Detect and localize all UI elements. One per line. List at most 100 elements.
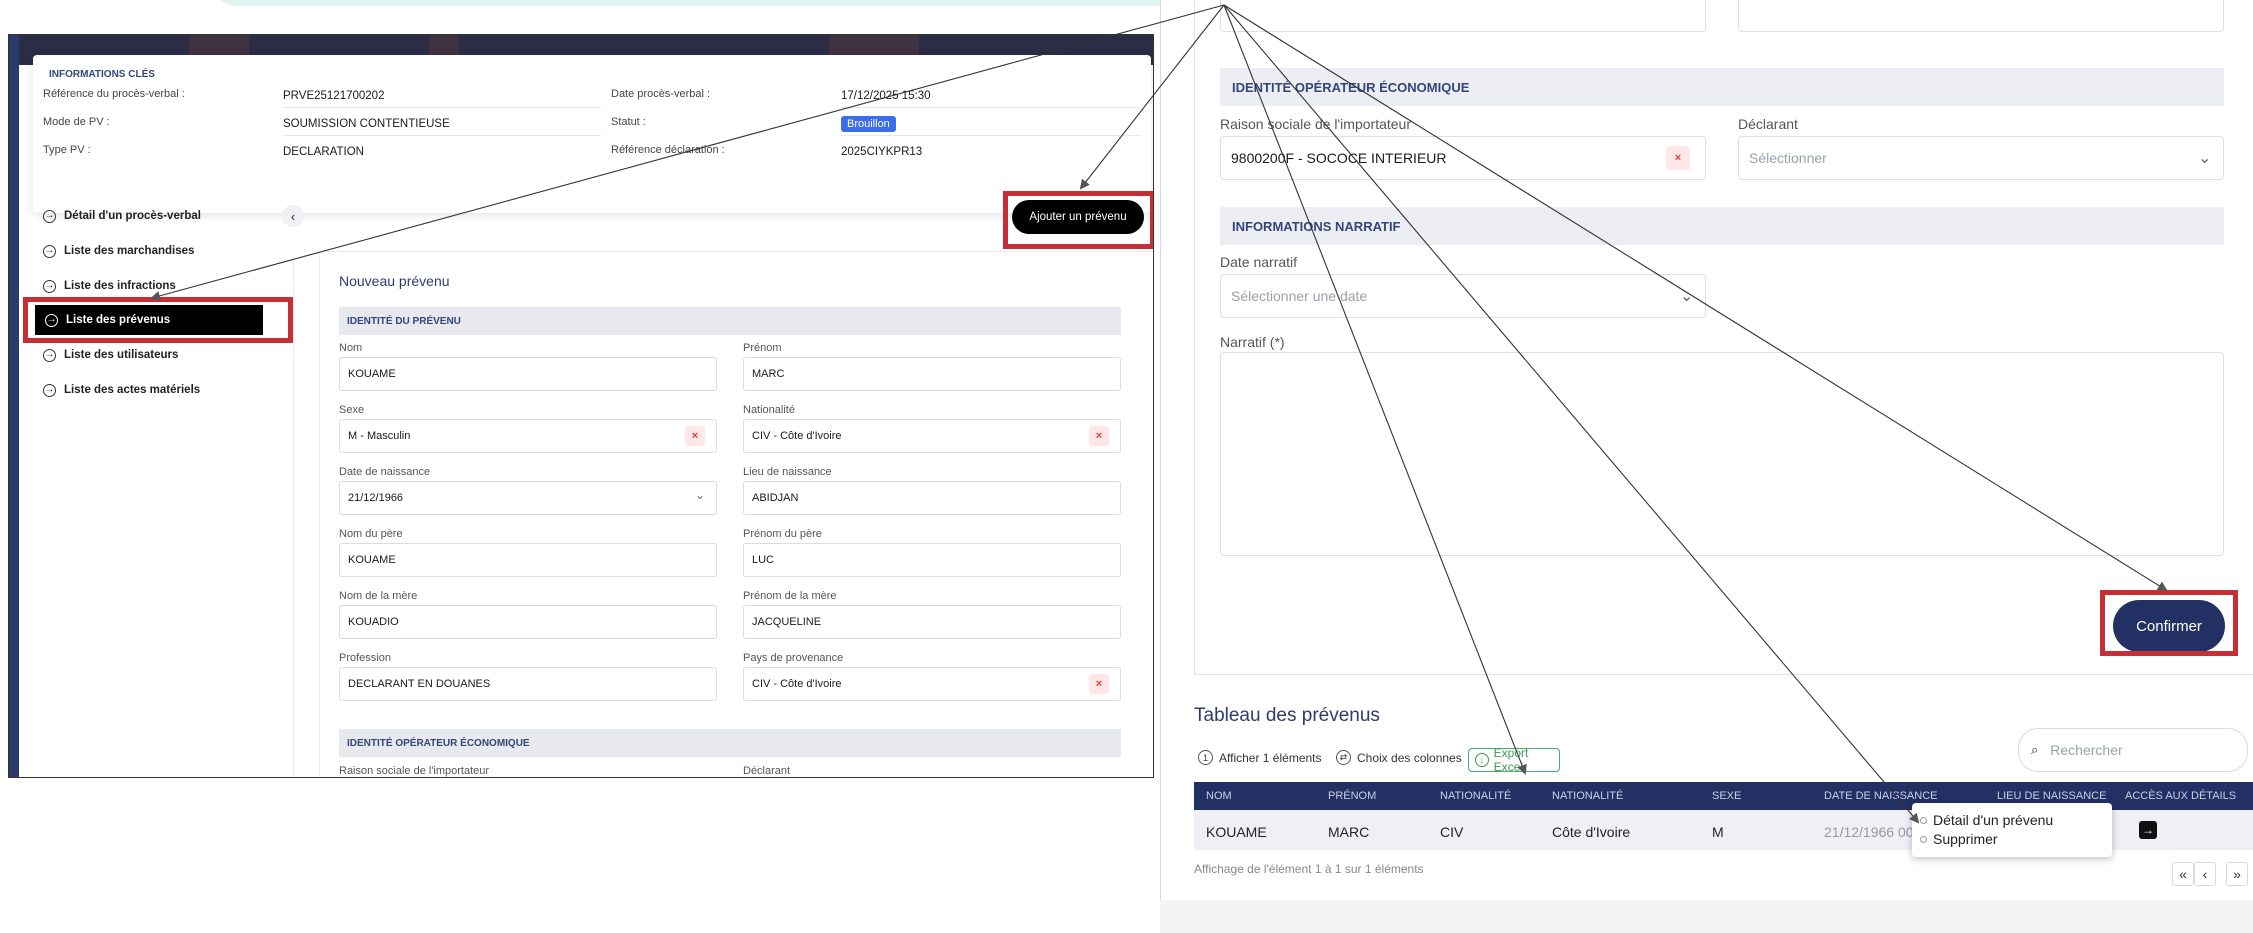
dob-datepicker[interactable]: 21/12/1966 <box>339 481 717 515</box>
tutorial-canvas: INFORMATIONS CLÉS Référence du procès-ve… <box>0 0 2253 933</box>
profession-field[interactable]: DECLARANT EN DOUANES <box>339 667 717 701</box>
first-page-button[interactable]: « <box>2172 862 2194 886</box>
nom-field[interactable]: KOUAME <box>339 357 717 391</box>
col-prenom[interactable]: PRÉNOM <box>1328 790 1376 802</box>
pays-label: Pays de provenance <box>743 652 844 664</box>
type-value: DECLARATION <box>283 146 364 158</box>
narratif-textarea[interactable] <box>1220 352 2224 556</box>
mode-value: SOUMISSION CONTENTIEUSE <box>283 118 450 130</box>
details-arrow-icon[interactable]: → <box>2139 821 2157 839</box>
declarant-label-right: Déclarant <box>1738 116 1798 132</box>
prenom-label: Prénom <box>743 342 782 354</box>
mode-label: Mode de PV : <box>43 116 110 128</box>
sexe-select[interactable]: M - Masculin <box>339 419 717 453</box>
sidebar-item-marchandises[interactable]: → Liste des marchandises <box>43 242 194 260</box>
show-entries-label: Afficher 1 éléments <box>1219 750 1322 765</box>
collapse-sidebar-icon[interactable]: ‹ <box>282 205 304 227</box>
last-page-button[interactable]: » <box>2226 862 2248 886</box>
section-identity: IDENTITÉ DU PRÉVENU <box>339 307 1121 335</box>
declarant-select[interactable]: Sélectionner <box>1738 136 2224 180</box>
chevron-down-icon: ⌄ <box>1680 288 1694 305</box>
raison-select[interactable]: 9800200F - SOCOCE INTERIEUR <box>1220 136 1706 180</box>
previous-field-left[interactable] <box>1220 0 1706 32</box>
arrow-circle-icon: → <box>43 209 56 223</box>
raison-label: Raison sociale de l'importateur <box>339 765 490 777</box>
prenom-field[interactable]: MARC <box>743 357 1121 391</box>
cell-date-naissance: 21/12/1966 00 <box>1824 824 1914 840</box>
pays-select[interactable]: CIV - Côte d'Ivoire <box>743 667 1121 701</box>
previous-field-right[interactable] <box>1738 0 2224 32</box>
mere-nom-field[interactable]: KOUADIO <box>339 605 717 639</box>
status-label: Statut : <box>611 116 646 128</box>
sidebar-item-label: Liste des infractions <box>64 280 176 292</box>
col-nationalite[interactable]: NATIONALITÉ <box>1552 790 1623 802</box>
date-narratif-label: Date narratif <box>1220 254 1298 270</box>
sidebar-item-utilisateurs[interactable]: → Liste des utilisateurs <box>43 346 178 364</box>
chevron-down-icon: ⌄ <box>2198 150 2212 167</box>
cell-nationalite: Côte d'Ivoire <box>1552 824 1631 840</box>
pagination-info: Affichage de l'élément 1 à 1 sur 1 éléme… <box>1194 862 1424 876</box>
type-label: Type PV : <box>43 144 91 156</box>
right-screenshot-panel: IDENTITÉ OPÉRATEUR ÉCONOMIQUE Raison soc… <box>1160 0 2253 933</box>
left-edge-strip <box>9 35 19 777</box>
clear-sexe-icon[interactable]: × <box>685 426 705 446</box>
col-nom[interactable]: NOM <box>1206 790 1232 802</box>
clear-nationalite-icon[interactable]: × <box>1089 426 1109 446</box>
col-acces-details[interactable]: ACCÈS AUX DÉTAILS <box>2125 790 2236 802</box>
list-icon: 1 <box>1198 750 1213 765</box>
date-label: Date procès-verbal : <box>611 88 711 100</box>
narratif-label: Narratif (*) <box>1220 334 1285 350</box>
sidebar-item-label: Liste des actes matériels <box>64 384 201 396</box>
bottom-band <box>1160 900 2253 933</box>
show-entries-control[interactable]: 1 Afficher 1 éléments <box>1198 750 1322 765</box>
pob-field[interactable]: ABIDJAN <box>743 481 1121 515</box>
arrow-circle-icon: → <box>43 348 56 362</box>
dob-label: Date de naissance <box>339 466 431 478</box>
ref-value: PRVE25121700202 <box>283 90 385 102</box>
menu-item-label: Détail d'un prévenu <box>1933 812 2054 828</box>
mere-prenom-field[interactable]: JACQUELINE <box>743 605 1121 639</box>
cell-nom: KOUAME <box>1206 824 1267 840</box>
pere-prenom-field[interactable]: LUC <box>743 543 1121 577</box>
search-icon: ⌕ <box>2031 742 2039 757</box>
decl-value: 2025CIYKPR13 <box>841 146 923 158</box>
pere-nom-field[interactable]: KOUAME <box>339 543 717 577</box>
date-narratif-picker[interactable]: Sélectionner une date <box>1220 274 1706 318</box>
menu-item-detail[interactable]: Détail d'un prévenu <box>1920 812 2053 828</box>
section-operator-right: IDENTITÉ OPÉRATEUR ÉCONOMIQUE <box>1220 68 2224 106</box>
section-operator: IDENTITÉ OPÉRATEUR ÉCONOMIQUE <box>339 729 1121 757</box>
table-title: Tableau des prévenus <box>1194 705 1380 726</box>
declarant-label: Déclarant <box>743 765 791 777</box>
sidebar-item-label: Liste des marchandises <box>64 245 195 257</box>
sidebar-item-label: Détail d'un procès-verbal <box>64 210 201 222</box>
col-sexe[interactable]: SEXE <box>1712 790 1741 802</box>
sidebar-item-actes-materiels[interactable]: → Liste des actes matériels <box>43 381 200 399</box>
section-narratif: INFORMATIONS NARRATIF <box>1220 207 2224 245</box>
menu-item-delete[interactable]: Supprimer <box>1920 831 1998 847</box>
mere-nom-label: Nom de la mère <box>339 590 418 602</box>
clear-pays-icon[interactable]: × <box>1089 674 1109 694</box>
export-excel-button[interactable]: ↓ Export Excel <box>1468 746 1560 774</box>
nom-label: Nom <box>339 342 363 354</box>
search-input[interactable]: ⌕ Rechercher <box>2018 728 2248 772</box>
highlight-box-confirm <box>2100 590 2238 656</box>
form-title: Nouveau prévenu <box>339 273 450 289</box>
col-nationalite-code[interactable]: NATIONALITÉ <box>1440 790 1511 802</box>
nationalite-select[interactable]: CIV - Côte d'Ivoire <box>743 419 1121 453</box>
column-chooser-button[interactable]: ⇄ Choix des colonnes <box>1336 750 1462 765</box>
pere-prenom-label: Prénom du père <box>743 528 822 540</box>
clear-raison-icon[interactable]: × <box>1666 146 1690 170</box>
col-lieu-naissance[interactable]: LIEU DE NAISSANCE <box>1997 790 2106 802</box>
sidebar-item-label: Liste des utilisateurs <box>64 349 179 361</box>
sexe-label: Sexe <box>339 404 365 416</box>
prev-page-button[interactable]: ‹ <box>2194 862 2216 886</box>
sidebar-item-infractions[interactable]: → Liste des infractions <box>43 277 176 295</box>
columns-icon: ⇄ <box>1336 750 1351 765</box>
col-date-naissance[interactable]: DATE DE NAISSANCE <box>1824 790 1938 802</box>
highlight-box-sidebar <box>23 297 293 343</box>
sidebar-item-detail-pv[interactable]: → Détail d'un procès-verbal <box>43 207 201 225</box>
raison-label-right: Raison sociale de l'importateur <box>1220 116 1411 132</box>
pob-label: Lieu de naissance <box>743 466 832 478</box>
date-value: 17/12/2025 15:30 <box>841 90 931 102</box>
key-info-title: INFORMATIONS CLÉS <box>49 69 155 80</box>
